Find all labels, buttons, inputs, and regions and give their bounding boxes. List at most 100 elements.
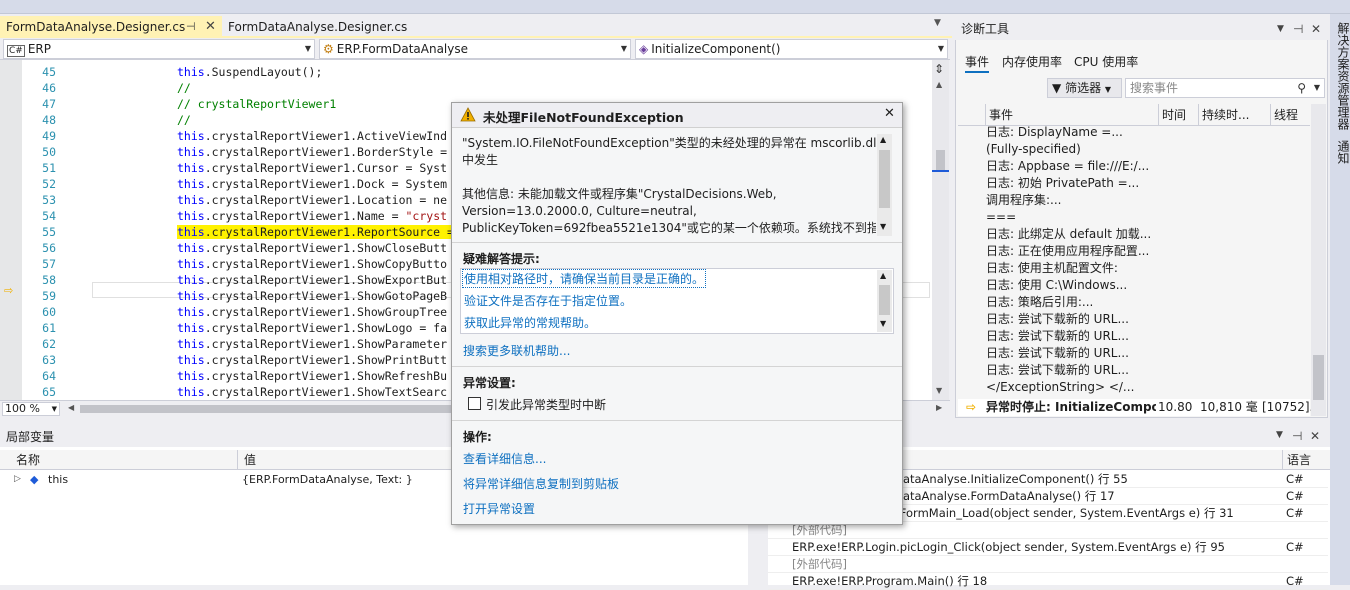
tips-title: 疑难解答提示: [463,252,540,266]
call-stack-row[interactable]: ERP.exe!ERP.Program.Main() 行 18 C# [768,573,1328,590]
panel-menu-icon[interactable]: ▼ [1276,430,1283,440]
class-icon: ⚙ [323,42,334,56]
scroll-up-icon[interactable]: ▲ [936,80,942,89]
col-thread[interactable]: 线程 [1270,104,1310,126]
toolbar-strip [0,0,1350,14]
search-events-input[interactable]: 搜索事件 ⚲ ▼ [1125,78,1325,98]
scroll-right-icon[interactable]: ▶ [936,403,942,412]
event-row[interactable]: (Fully-specified) [986,141,1151,158]
tab-active-designer[interactable]: FormDataAnalyse.Designer.cs ⊣ ✕ [0,16,222,38]
col-event[interactable]: 事件 [985,104,1158,126]
filter-label: 筛选器 [1065,81,1102,95]
pin-icon[interactable]: ⊣ [1293,18,1303,40]
tab-cpu-usage[interactable]: CPU 使用率 [1074,51,1138,73]
col-name[interactable]: 名称 [12,450,238,470]
event-row[interactable]: 日志: 使用主机配置文件: [986,260,1151,277]
tip-link[interactable]: 使用相对路径时，请确保当前目录是正确的。 [462,269,707,288]
panel-title: 诊断工具 [961,22,1010,36]
call-stack-row[interactable]: ERP.exe!ERP.Login.picLogin_Click(object … [768,539,1328,556]
events-scroll-thumb[interactable] [1313,355,1324,400]
call-stack-row[interactable]: [外部代码] [768,556,1328,573]
panel-menu-icon[interactable]: ▼ [1277,18,1284,40]
class-dropdown[interactable]: ⚙ ERP.FormDataAnalyse ▼ [319,39,631,59]
tab-dropdown-icon[interactable]: ▼ [934,18,941,28]
close-icon[interactable]: ✕ [1310,429,1320,443]
event-row[interactable]: 日志: 尝试下载新的 URL... [986,362,1151,379]
copy-details-link[interactable]: 将异常详细信息复制到剪贴板 [463,475,619,492]
event-row[interactable]: 日志: 尝试下载新的 URL... [986,311,1151,328]
event-row[interactable]: </ExceptionString> </... [986,379,1151,396]
event-row[interactable]: 日志: 正在使用应用程序配置... [986,243,1151,260]
breakpoint-gutter[interactable] [0,60,22,400]
search-online-help-link[interactable]: 搜索更多联机帮助... [463,342,570,359]
close-icon[interactable]: ✕ [205,16,216,38]
open-exception-settings-link[interactable]: 打开异常设置 [463,500,535,517]
exception-settings-title: 异常设置: [463,376,516,390]
notifications-tab[interactable]: 通知 [1335,140,1350,164]
close-icon[interactable]: ✕ [884,106,895,121]
filter-icon: ▼ [1052,81,1062,95]
view-details-link[interactable]: 查看详细信息... [463,450,546,467]
event-row[interactable]: 日志: DisplayName =... [986,124,1151,141]
divider [452,242,902,243]
solution-explorer-tab[interactable]: 解决方案资源管理器 [1335,22,1350,130]
method-icon: ◈ [639,42,649,56]
tip-link[interactable]: 验证文件是否存在于指定位置。 [464,292,632,309]
exception-message-line: 中发生 [462,153,499,167]
event-row[interactable]: 日志: 尝试下载新的 URL... [986,345,1151,362]
col-duration[interactable]: 持续时... [1198,104,1270,126]
caret-marker [932,170,949,172]
document-tab-bar: FormDataAnalyse.Designer.cs ⊣ ✕ FormData… [0,14,952,38]
diagnostic-tools-header: 诊断工具 ▼ ⊣ ✕ [955,18,1328,40]
break-on-exception-checkbox[interactable] [468,397,481,410]
tab-events[interactable]: 事件 [965,51,990,73]
message-scroll-thumb[interactable] [879,150,890,208]
code-line[interactable]: this.SuspendLayout(); [177,64,932,80]
scroll-up-icon[interactable]: ▲ [880,135,886,144]
line-number: 47 [42,97,56,111]
tip-link[interactable]: 获取此异常的常规帮助。 [464,314,596,331]
frame-text: ERP.exe!ERP.Login.picLogin_Click(object … [792,540,1225,554]
scroll-down-icon[interactable]: ▼ [880,222,886,231]
frame-language: C# [1286,574,1304,588]
scroll-left-icon[interactable]: ◀ [68,403,74,412]
tips-scroll-thumb[interactable] [879,285,890,315]
event-row[interactable]: 日志: 尝试下载新的 URL... [986,328,1151,345]
search-icon: ⚲ [1297,81,1306,95]
event-row[interactable]: 日志: 使用 C:\Windows... [986,277,1151,294]
code-line[interactable]: // [177,80,932,96]
navigation-bar: C# ERP ▼ ⚙ ERP.FormDataAnalyse ▼ ◈ Initiali… [0,38,950,60]
project-dropdown[interactable]: C# ERP ▼ [3,39,315,59]
event-row[interactable]: === [986,209,1151,226]
scroll-down-icon[interactable]: ▼ [880,319,886,328]
scroll-up-icon[interactable]: ▲ [880,271,886,280]
exception-break-event-row[interactable]: ⇨ 异常时停止: InitializeCompo... 10.80 10,810… [958,399,1321,416]
scroll-down-icon[interactable]: ▼ [936,386,942,395]
split-icon[interactable]: ⇕ [934,62,944,76]
col-time[interactable]: 时间 [1158,104,1198,126]
filter-button[interactable]: ▼ 筛选器 ▼ [1047,78,1122,98]
close-icon[interactable]: ✕ [1311,18,1321,40]
break-on-exception-label[interactable]: 引发此异常类型时中断 [486,396,606,413]
col-language[interactable]: 语言 [1282,450,1311,470]
line-number: 50 [42,145,56,159]
pin-icon[interactable]: ⊣ [1292,429,1302,443]
line-number: 57 [42,257,56,271]
divider [452,366,902,367]
event-row[interactable]: 日志: Appbase = file:///E:/... [986,158,1151,175]
tab-memory-usage[interactable]: 内存使用率 [1002,51,1062,73]
panel-title: 局部变量 [6,430,55,444]
event-row[interactable]: 日志: 初始 PrivatePath =... [986,175,1151,192]
member-dropdown[interactable]: ◈ InitializeComponent() ▼ [635,39,948,59]
event-row[interactable]: 调用程序集:... [986,192,1151,209]
tab-preview-designer[interactable]: FormDataAnalyse.Designer.cs [222,16,422,38]
event-row[interactable]: 日志: 策略后引用:... [986,294,1151,311]
event-row[interactable]: 日志: 此绑定从 default 加载... [986,226,1151,243]
chevron-down-icon: ▼ [937,44,944,53]
frame-language: C# [1286,506,1304,520]
zoom-dropdown[interactable]: 100 % ▼ [2,402,60,416]
expand-icon[interactable]: ▷ [14,471,21,488]
editor-vertical-scrollbar[interactable]: ⇕ ▲ ▼ [932,60,949,400]
pin-icon[interactable]: ⊣ [186,16,196,38]
editor-scroll-thumb[interactable] [936,150,945,172]
